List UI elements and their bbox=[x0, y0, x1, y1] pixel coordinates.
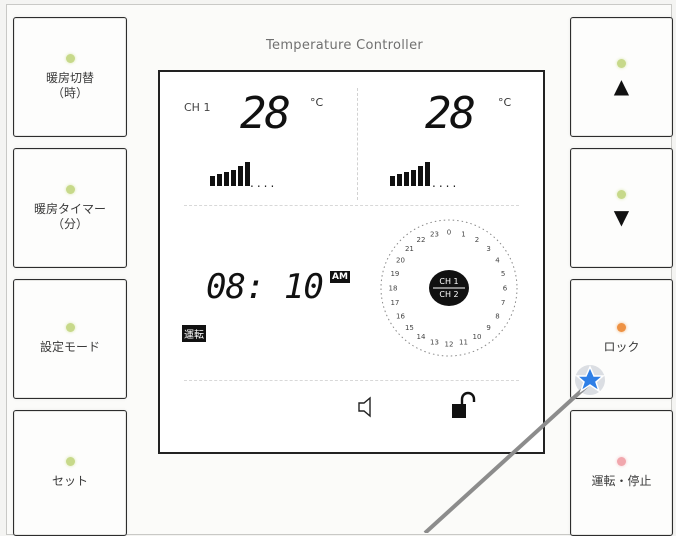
dial-hour-label: 7 bbox=[501, 299, 505, 307]
lcd-display: CH 1 28 °C 28 °C .... .... 08: 10 AM 運転 … bbox=[158, 70, 545, 454]
dial-hour-label: 8 bbox=[495, 313, 499, 321]
status-led bbox=[617, 58, 626, 68]
level-dots-left: .... bbox=[250, 176, 278, 190]
setting-mode-button[interactable]: 設定モード bbox=[13, 279, 127, 399]
temperature-unit-right: °C bbox=[498, 96, 512, 109]
unlock-icon[interactable] bbox=[450, 390, 478, 422]
dial-hour-label: 13 bbox=[430, 339, 439, 347]
dial-hour-label: 0 bbox=[447, 229, 451, 237]
dial-hour-label: 15 bbox=[405, 324, 414, 332]
dial-hour-label: 17 bbox=[390, 299, 399, 307]
status-led bbox=[65, 323, 75, 332]
run-indicator: 運転 bbox=[182, 325, 206, 342]
dial-hour-label: 11 bbox=[459, 339, 468, 347]
dial-hour-label: 14 bbox=[417, 333, 426, 341]
dial-hour-label: 9 bbox=[486, 324, 490, 332]
status-led bbox=[65, 457, 75, 466]
channel-label: CH 1 bbox=[184, 101, 211, 114]
heating-switch-hour-button[interactable]: 暖房切替 （時） bbox=[13, 17, 127, 137]
dial-hour-label: 18 bbox=[389, 285, 398, 293]
status-led bbox=[65, 53, 75, 63]
button-label: 暖房タイマー （分） bbox=[33, 201, 106, 231]
dial-hour-label: 22 bbox=[417, 236, 426, 244]
dial-hour-label: 16 bbox=[396, 313, 405, 321]
divider bbox=[357, 88, 358, 200]
down-button[interactable]: ▼ bbox=[570, 148, 673, 268]
button-label: 運転・停止 bbox=[591, 474, 652, 488]
controller-title: Temperature Controller bbox=[266, 38, 424, 53]
button-label: 設定モード bbox=[39, 340, 100, 354]
arrow-down-icon: ▼ bbox=[613, 204, 630, 229]
dial-hour-label: 21 bbox=[405, 245, 414, 253]
heating-timer-minute-button[interactable]: 暖房タイマー （分） bbox=[13, 148, 127, 268]
arrow-up-icon: ▲ bbox=[613, 73, 630, 98]
dial-hour-label: 4 bbox=[495, 257, 500, 265]
button-label: セット bbox=[51, 474, 88, 488]
dial-hour-label: 20 bbox=[396, 257, 405, 265]
run-stop-button[interactable]: 運転・停止 bbox=[570, 410, 673, 536]
temperature-left: 28 bbox=[240, 88, 291, 139]
button-label: ロック bbox=[603, 340, 640, 354]
dial-hour-label: 2 bbox=[475, 236, 479, 244]
ampm-indicator: AM bbox=[330, 271, 350, 283]
dial-hour-label: 5 bbox=[501, 270, 505, 278]
channel-badge-ch1: CH 1 bbox=[439, 277, 458, 286]
dial-hour-label: 6 bbox=[503, 285, 508, 293]
hour-dial: 0 1234567891011121314151617181920212223 C… bbox=[380, 219, 518, 357]
status-led bbox=[617, 323, 626, 332]
set-button[interactable]: セット bbox=[13, 410, 127, 536]
dial-hour-label: 12 bbox=[445, 341, 454, 349]
speaker-icon[interactable] bbox=[356, 395, 378, 419]
channel-badge-ch2: CH 2 bbox=[439, 290, 458, 299]
button-label: 暖房切替 （時） bbox=[45, 70, 94, 100]
lock-button[interactable]: ロック bbox=[570, 279, 673, 399]
status-led bbox=[617, 457, 626, 466]
up-button[interactable]: ▲ bbox=[570, 17, 673, 137]
status-led bbox=[65, 184, 75, 194]
divider bbox=[184, 205, 519, 206]
status-led bbox=[617, 189, 626, 199]
dial-hour-label: 23 bbox=[430, 230, 439, 238]
level-dots-right: .... bbox=[432, 176, 460, 190]
clock-display: 08: 10 bbox=[206, 267, 324, 307]
temperature-unit-left: °C bbox=[310, 96, 324, 109]
level-bars-left bbox=[210, 162, 250, 186]
level-bars-right bbox=[390, 162, 430, 186]
dial-hour-label: 10 bbox=[473, 333, 482, 341]
dial-hour-label: 3 bbox=[486, 245, 490, 253]
dial-hour-label: 19 bbox=[390, 270, 399, 278]
dial-hour-label: 1 bbox=[461, 230, 465, 238]
divider bbox=[184, 380, 519, 381]
temperature-right: 28 bbox=[425, 88, 476, 139]
